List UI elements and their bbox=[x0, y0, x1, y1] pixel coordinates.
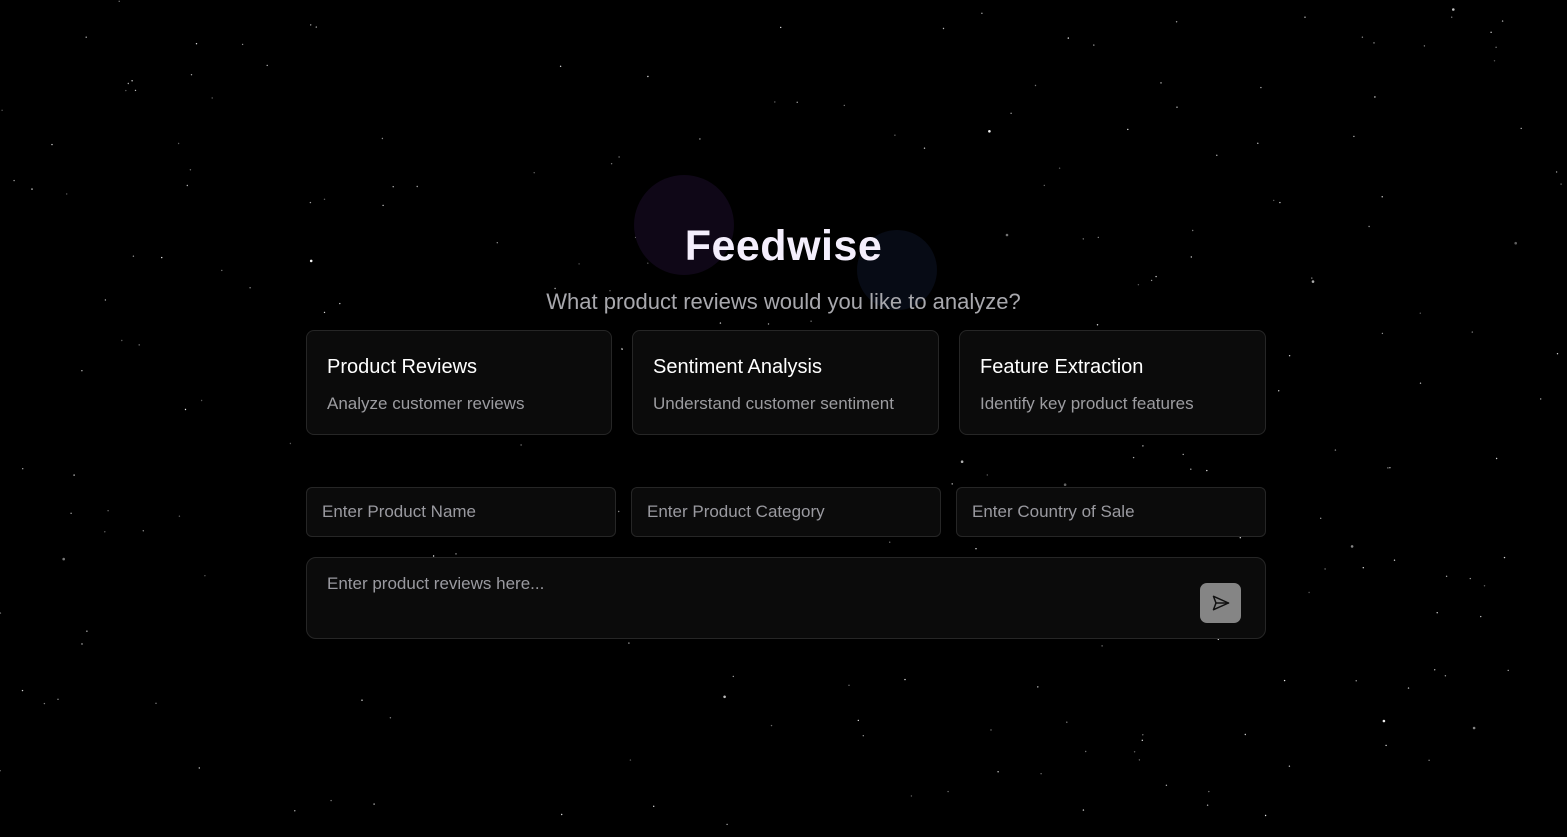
send-button[interactable] bbox=[1200, 583, 1241, 623]
product-category-input[interactable] bbox=[631, 487, 941, 537]
card-title: Sentiment Analysis bbox=[653, 356, 822, 378]
reviews-textarea[interactable] bbox=[327, 574, 1187, 624]
send-icon bbox=[1211, 593, 1231, 613]
card-description: Identify key product features bbox=[980, 394, 1194, 413]
page-title: Feedwise bbox=[684, 222, 883, 270]
card-sentiment-analysis[interactable]: Sentiment Analysis Understand customer s… bbox=[632, 330, 939, 435]
card-product-reviews[interactable]: Product Reviews Analyze customer reviews bbox=[306, 330, 612, 435]
app-root: Feedwise What product reviews would you … bbox=[0, 0, 1567, 837]
page-subtitle: What product reviews would you like to a… bbox=[546, 289, 1021, 314]
review-input-container bbox=[306, 557, 1266, 639]
card-description: Understand customer sentiment bbox=[653, 394, 894, 413]
country-of-sale-input[interactable] bbox=[956, 487, 1266, 537]
product-name-input[interactable] bbox=[306, 487, 616, 537]
card-description: Analyze customer reviews bbox=[327, 394, 525, 413]
card-title: Feature Extraction bbox=[980, 356, 1144, 378]
card-feature-extraction[interactable]: Feature Extraction Identify key product … bbox=[959, 330, 1266, 435]
card-title: Product Reviews bbox=[327, 356, 478, 378]
